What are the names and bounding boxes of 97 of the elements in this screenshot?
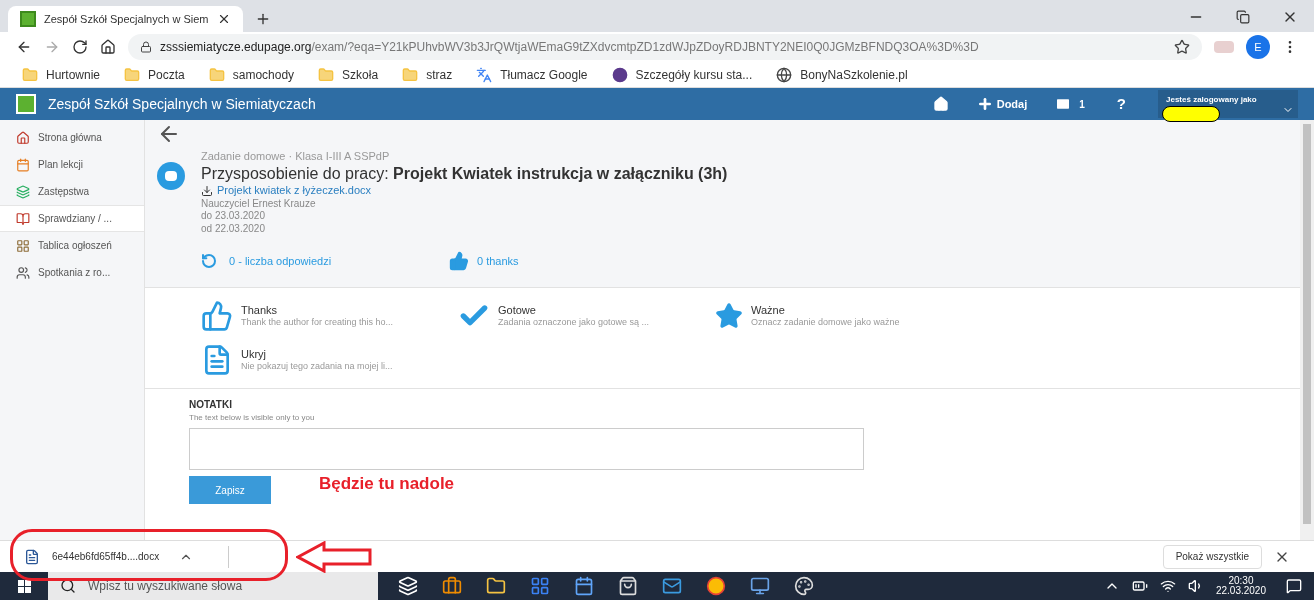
app-icon[interactable] [442,576,462,596]
taskbar-search-field[interactable]: Wpisz tu wyszukiwane słowa [48,572,378,600]
lock-icon [140,41,152,53]
plus-icon [976,96,993,112]
bookmark[interactable]: Poczta [118,65,191,84]
store-icon[interactable] [618,576,638,596]
homework-badge-icon [157,162,185,190]
sidebar-item[interactable]: Zastępstwa [0,178,144,205]
notes-hint: The text below is visible only to you [189,412,316,424]
close-icon[interactable] [217,12,231,26]
task-title: Przysposobienie do pracy: Projekt Kwiatek instrukcja w załączniku (3h) [201,163,728,184]
due-date: do 23.03.2020 [201,210,266,223]
circle-icon [611,66,628,83]
site-logo-icon [20,11,36,27]
word-file-icon [24,548,40,565]
edupage-logo-icon [16,94,36,114]
app-icon[interactable] [574,576,594,596]
refresh-icon [201,253,217,269]
folder-icon [208,66,225,83]
task-meta: Zadanie domowe · Klasa I-III A SSPdP [201,150,391,164]
browser-icon[interactable] [706,576,726,596]
new-tab-icon[interactable] [255,11,271,27]
sidebar-item[interactable]: Strona główna [0,124,144,151]
sidebar-item[interactable]: Tablica ogłoszeń [0,232,144,259]
download-icon [201,184,213,197]
star-icon[interactable] [715,302,743,330]
restore-icon[interactable] [1236,10,1250,24]
action-title: Gotowe [498,303,537,318]
bookmark[interactable]: Tłumacz Google [470,65,594,84]
bookmark[interactable]: samochody [202,65,301,84]
annotation-text: Będzie tu nadole [319,473,455,496]
bookmark[interactable]: straz [396,65,459,84]
action-description: Thank the author for creating this ho... [241,317,394,329]
profile-avatar[interactable]: E [1246,35,1270,59]
book-icon [16,211,30,226]
search-icon [60,578,76,594]
notes-heading: NOTATKI [189,398,233,412]
home-icon[interactable] [932,96,949,112]
attachment-link[interactable]: Projekt kwiatek z łyżeczek.docx [201,183,728,198]
globe-icon [776,66,793,83]
help-button[interactable]: ? [1116,92,1126,116]
start-date: od 22.03.2020 [201,222,266,235]
address-bar[interactable]: zsssiemiatycze.edupage.org/exam/?eqa=Y21kPUhvbWV3b3JrQWtjaWEmaG9tZXdvcmtpZD1zdWJpZDoyRDJBNTY2NEI0Q0JGMzBFNDQ3OA%3D%3D [128,34,1202,60]
sidebar-item[interactable]: Plan lekcji [0,151,144,178]
folder-icon [318,66,335,83]
action-title: Ukryj [241,347,268,362]
people-icon [16,265,30,280]
task-view-icon[interactable] [398,576,418,596]
action-description: Zadania oznaczone jako gotowe są ... [498,317,650,329]
action-title: Thanks [241,303,279,318]
scrollbar-thumb[interactable] [1303,124,1311,524]
house-icon [16,130,30,145]
folder-icon[interactable] [486,576,506,596]
thumbs-up-icon[interactable] [201,300,233,332]
tab-title: Zespół Szkół Specjalnych w Siem [44,11,209,27]
sidebar-item[interactable]: Sprawdziany / ... [0,205,144,232]
url-path: /exam/?eqa=Y21kPUhvbWV3b3JrQWtjaWEmaG9tZXdvcmtpZD1zdWJpZDoyRDJBNTY2NEI0Q0JGMzBFNDQ3OA%3D%3D [311,39,979,56]
bookmark[interactable]: Hurtownie [16,65,107,84]
thumbs-up-icon [449,251,469,271]
clock-time: 20:30 [1228,576,1254,586]
board-icon [16,238,30,253]
home-icon[interactable] [100,39,116,55]
show-all-button[interactable]: Pokaż wszystkie [1162,544,1262,569]
app-icon[interactable] [750,576,770,596]
download-item[interactable]: 6e44eb6fd65ff4b....docx [24,545,229,568]
wifi-icon [1159,578,1176,594]
battery-icon [1131,578,1148,594]
redaction-mark [1162,106,1220,122]
notifications-icon[interactable] [1286,578,1302,594]
folder-icon [402,66,419,83]
action-description: Nie pokazuj tego zadania na mojej li... [241,361,393,373]
app-icon[interactable] [530,576,550,596]
notes-field[interactable] [189,428,864,470]
messages-button[interactable]: 1 [1055,96,1085,112]
mail-icon [1055,96,1072,112]
bookmark[interactable]: BonyNaSzkolenie.pl [770,65,914,84]
folder-icon [124,66,141,83]
action-title: Ważne [751,303,786,318]
back-icon[interactable] [16,39,32,55]
school-title: Zespół Szkół Specjalnych w Siemiatyczach [48,94,316,114]
calendar-icon [16,157,30,172]
teacher-name: Nauczyciel Ernest Krauze [201,197,317,210]
action-description: Oznacz zadanie domowe jako ważne [751,317,900,329]
sidebar-item[interactable]: Spotkania z ro... [0,259,144,286]
bookmark[interactable]: Szczegóły kursu sta... [605,65,759,84]
clock-date: 22.03.2020 [1215,586,1266,596]
reload-icon[interactable] [72,39,88,55]
url-host: zsssiemiatycze.edupage.org [160,39,312,56]
translate-icon [476,66,493,83]
add-button[interactable]: Dodaj [976,95,1028,113]
layers-icon [16,184,30,199]
paint-icon[interactable] [794,576,814,596]
bookmark[interactable]: Szkoła [312,65,385,84]
star-icon[interactable] [1174,39,1190,55]
mail-icon[interactable] [662,576,682,596]
folder-icon [22,66,38,83]
browser-tab[interactable]: Zespół Szkół Specjalnych w Siem [8,6,243,32]
